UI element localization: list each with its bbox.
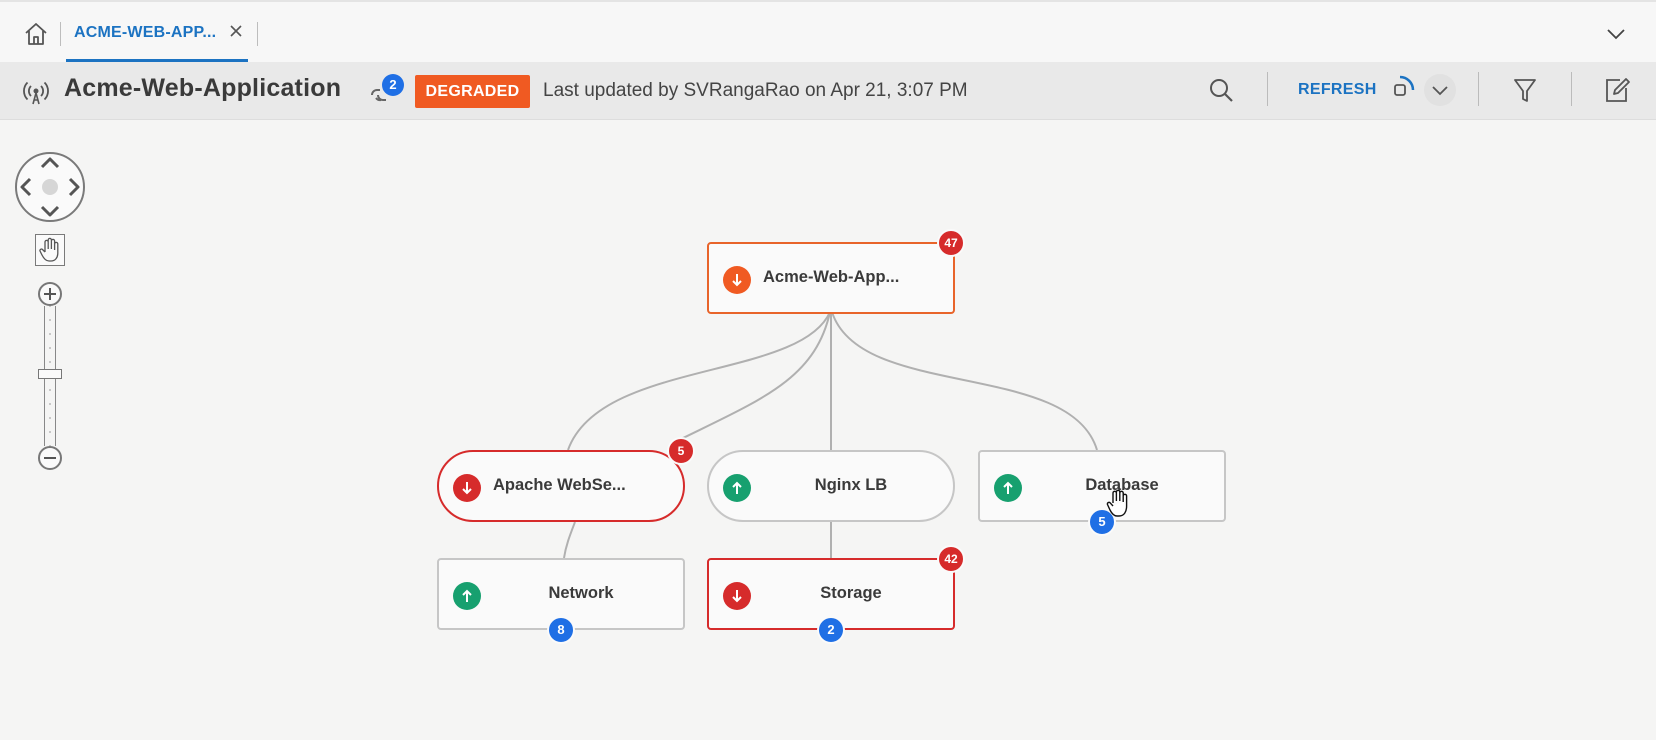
refresh-button[interactable]: REFRESH <box>1298 81 1377 99</box>
arrow-up-icon <box>723 474 751 502</box>
child-count-badge[interactable]: 2 <box>817 616 845 644</box>
node-label: Storage <box>820 584 882 602</box>
broadcast-icon <box>22 78 50 106</box>
status-badge: DEGRADED <box>415 75 530 108</box>
arrow-up-icon <box>994 474 1022 502</box>
zoom-in-button[interactable] <box>38 282 62 306</box>
tab-bar: ACME-WEB-APP... <box>0 0 1656 62</box>
tab-acme-web-app[interactable]: ACME-WEB-APP... <box>66 16 248 62</box>
zoom-out-button[interactable] <box>38 446 62 470</box>
edge-apache-network <box>563 521 576 559</box>
edge-root-database <box>831 311 1098 451</box>
node-label: Database <box>1085 476 1159 494</box>
pan-control[interactable] <box>15 152 85 222</box>
header-divider <box>1478 72 1479 106</box>
last-updated-text: Last updated by SVRangaRao on Apr 21, 3:… <box>543 80 968 101</box>
page-title: Acme-Web-Application <box>64 74 342 102</box>
alert-count-badge: 5 <box>667 437 695 465</box>
hand-icon[interactable] <box>35 234 65 266</box>
node-storage[interactable]: Storage 42 2 <box>707 545 965 644</box>
node-label: Network <box>548 584 614 602</box>
filter-icon[interactable] <box>1510 74 1540 106</box>
node-label: Apache WebSe... <box>493 476 626 494</box>
chevron-down-icon[interactable] <box>1602 22 1630 46</box>
header-divider <box>1571 72 1572 106</box>
tab-label: ACME-WEB-APP... <box>74 24 217 41</box>
arrow-down-icon <box>723 582 751 610</box>
alert-count-badge: 42 <box>937 545 965 573</box>
edge-root-apache <box>567 311 831 451</box>
link-count-badge: 2 <box>382 74 404 96</box>
refresh-options-button[interactable] <box>1424 74 1456 106</box>
node-nginx-lb[interactable]: Nginx LB <box>707 450 955 522</box>
child-count-badge[interactable]: 5 <box>1088 508 1116 536</box>
close-icon[interactable] <box>226 21 246 41</box>
search-icon[interactable] <box>1206 74 1236 106</box>
page-header: Acme-Web-Application 2 DEGRADED Last upd… <box>0 62 1656 120</box>
child-count-badge[interactable]: 8 <box>547 616 575 644</box>
edge-root-apache-2 <box>674 311 831 443</box>
tab-divider <box>257 22 258 46</box>
node-label: Acme-Web-App... <box>763 268 900 286</box>
header-divider <box>1267 72 1268 106</box>
node-acme-web-app[interactable]: Acme-Web-App... 47 <box>707 229 965 314</box>
arrow-down-icon <box>723 266 751 294</box>
alert-count-badge: 47 <box>937 229 965 257</box>
refresh-spinner-icon <box>1384 74 1416 106</box>
edit-icon[interactable] <box>1602 74 1632 106</box>
arrow-up-icon <box>453 582 481 610</box>
node-database[interactable]: Database 5 <box>978 450 1226 536</box>
zoom-slider-thumb[interactable] <box>38 369 62 379</box>
arrow-down-icon <box>453 474 481 502</box>
node-label: Nginx LB <box>814 476 888 494</box>
node-network[interactable]: Network 8 <box>437 558 685 644</box>
node-apache-webserver[interactable]: Apache WebSe... 5 <box>437 437 695 522</box>
home-icon[interactable] <box>20 18 52 50</box>
tab-divider <box>60 22 61 46</box>
